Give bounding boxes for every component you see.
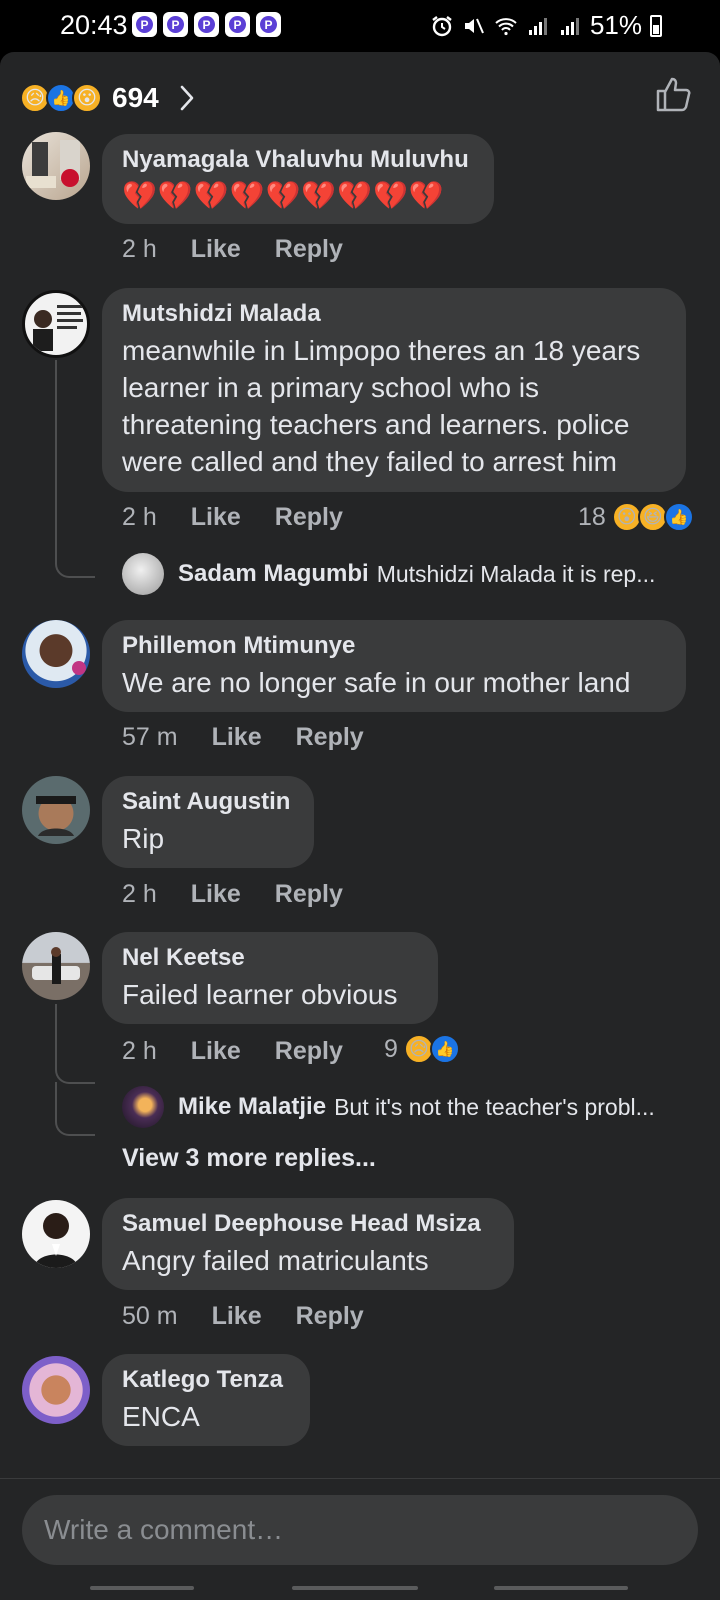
- comment-reactions[interactable]: 9 😥 👍: [384, 1034, 460, 1064]
- comment-reaction-count: 18: [578, 502, 606, 531]
- commenter-name[interactable]: Saint Augustin: [122, 788, 294, 816]
- commenter-name[interactable]: Nyamagala Vhaluvhu Muluvhu: [122, 146, 474, 174]
- reply-preview[interactable]: Mike Malatjie But it's not the teacher's…: [122, 1086, 692, 1128]
- reply-button[interactable]: Reply: [296, 723, 364, 752]
- avatar[interactable]: [22, 776, 90, 844]
- wifi-icon: [495, 17, 517, 35]
- like-icon[interactable]: [654, 74, 694, 114]
- comment-actions: 50 m Like Reply: [122, 1302, 398, 1331]
- avatar[interactable]: [22, 1200, 90, 1268]
- comment-bubble[interactable]: Samuel Deephouse Head Msiza Angry failed…: [102, 1198, 514, 1290]
- like-button[interactable]: Like: [191, 880, 241, 909]
- alarm-icon: [432, 15, 452, 36]
- notification-app-icon: P: [225, 12, 250, 37]
- comment-text: We are no longer safe in our mother land: [122, 667, 631, 698]
- like-button[interactable]: Like: [191, 1037, 241, 1066]
- commenter-name[interactable]: Phillemon Mtimunye: [122, 632, 666, 660]
- commenter-name[interactable]: Katlego Tenza: [122, 1366, 290, 1394]
- reaction-count: 694: [112, 82, 159, 113]
- comment-time: 57 m: [122, 723, 178, 751]
- signal-icon: [560, 17, 579, 35]
- avatar[interactable]: [22, 620, 90, 688]
- nav-bar-handle: [292, 1586, 418, 1590]
- commenter-name[interactable]: Samuel Deephouse Head Msiza: [122, 1210, 494, 1238]
- avatar[interactable]: [22, 932, 90, 1000]
- battery-icon: [650, 14, 662, 37]
- comment-time: 50 m: [122, 1302, 178, 1330]
- comment-actions: 2 h Like Reply: [122, 880, 377, 909]
- comment-input[interactable]: [22, 1495, 698, 1565]
- comments-sheet: 😥 👍 😮 694 Nyamagala Vhaluvhu Muluvhu 💔💔💔…: [0, 52, 720, 1600]
- comment-text: Rip: [122, 823, 165, 854]
- comment-text: Failed learner obvious: [122, 979, 398, 1010]
- status-icons: 51%: [430, 10, 662, 41]
- reply-button[interactable]: Reply: [275, 1037, 343, 1066]
- avatar[interactable]: [22, 1356, 90, 1424]
- comment-composer: [0, 1478, 720, 1600]
- comment-text: ENCA: [122, 1401, 200, 1432]
- commenter-name[interactable]: Mutshidzi Malada: [122, 300, 666, 328]
- reply-preview[interactable]: Sadam Magumbi Mutshidzi Malada it is rep…: [122, 553, 692, 595]
- comment-bubble[interactable]: Katlego Tenza ENCA: [102, 1354, 310, 1446]
- nav-bar-handle: [90, 1586, 194, 1590]
- like-button[interactable]: Like: [191, 503, 241, 532]
- mute-icon: [464, 18, 484, 33]
- reply-avatar[interactable]: [122, 553, 164, 595]
- reply-button[interactable]: Reply: [275, 235, 343, 264]
- comment-text: 💔💔💔💔💔💔💔💔💔: [122, 180, 445, 211]
- reply-thread-line: [55, 1004, 95, 1084]
- comment-bubble[interactable]: Saint Augustin Rip: [102, 776, 314, 868]
- battery-percent: 51%: [589, 10, 642, 40]
- comment-reactions[interactable]: 18 😮 😆 👍: [578, 502, 694, 532]
- comment-actions: 2 h Like Reply: [122, 503, 377, 532]
- reply-thread-line: [55, 1082, 95, 1136]
- comment-time: 2 h: [122, 880, 157, 908]
- comment-bubble[interactable]: Nel Keetse Failed learner obvious: [102, 932, 438, 1024]
- comment-text: Angry failed matriculants: [122, 1245, 429, 1276]
- comment-bubble[interactable]: Nyamagala Vhaluvhu Muluvhu 💔💔💔💔💔💔💔💔💔: [102, 134, 494, 224]
- comment-time: 2 h: [122, 235, 157, 263]
- notification-icons: P P P P P: [132, 12, 281, 37]
- reply-button[interactable]: Reply: [275, 503, 343, 532]
- wow-reaction-icon: 😮: [72, 83, 102, 113]
- like-button[interactable]: Like: [212, 723, 262, 752]
- notification-app-icon: P: [256, 12, 281, 37]
- status-bar: 20:43 P P P P P 51%: [0, 0, 720, 52]
- notification-app-icon: P: [132, 12, 157, 37]
- comment-actions: 2 h Like Reply: [122, 235, 377, 264]
- reply-thread-line: [55, 360, 95, 578]
- chevron-right-icon[interactable]: [179, 84, 195, 112]
- comment-actions: 57 m Like Reply: [122, 723, 398, 752]
- like-button[interactable]: Like: [212, 1302, 262, 1331]
- like-button[interactable]: Like: [191, 235, 241, 264]
- like-reaction-icon: 👍: [663, 502, 694, 532]
- reaction-icons: 😥 👍 😮: [20, 83, 102, 113]
- comment-reaction-count: 9: [384, 1034, 398, 1063]
- comment-actions: 2 h Like Reply: [122, 1037, 377, 1066]
- view-more-replies-button[interactable]: View 3 more replies...: [122, 1144, 376, 1173]
- notification-app-icon: P: [163, 12, 188, 37]
- status-time: 20:43: [60, 10, 128, 40]
- reply-text: But it's not the teacher's probl...: [334, 1093, 655, 1120]
- reply-avatar[interactable]: [122, 1086, 164, 1128]
- reply-button[interactable]: Reply: [296, 1302, 364, 1331]
- avatar[interactable]: [22, 290, 90, 358]
- signal-icon: [528, 17, 547, 35]
- commenter-name[interactable]: Nel Keetse: [122, 944, 418, 972]
- comment-bubble[interactable]: Phillemon Mtimunye We are no longer safe…: [102, 620, 686, 712]
- reaction-summary[interactable]: 😥 👍 😮 694: [20, 78, 195, 118]
- reply-author[interactable]: Mike Malatjie: [178, 1093, 326, 1121]
- comment-time: 2 h: [122, 503, 157, 531]
- notification-app-icon: P: [194, 12, 219, 37]
- nav-bar-handle: [494, 1586, 628, 1590]
- reply-button[interactable]: Reply: [275, 880, 343, 909]
- comment-text: meanwhile in Limpopo theres an 18 years …: [122, 335, 641, 477]
- like-reaction-icon: 👍: [429, 1034, 460, 1064]
- reply-author[interactable]: Sadam Magumbi: [178, 560, 369, 588]
- comment-time: 2 h: [122, 1037, 157, 1065]
- reply-text: Mutshidzi Malada it is rep...: [376, 560, 656, 587]
- avatar[interactable]: [22, 132, 90, 200]
- comment-bubble[interactable]: Mutshidzi Malada meanwhile in Limpopo th…: [102, 288, 686, 492]
